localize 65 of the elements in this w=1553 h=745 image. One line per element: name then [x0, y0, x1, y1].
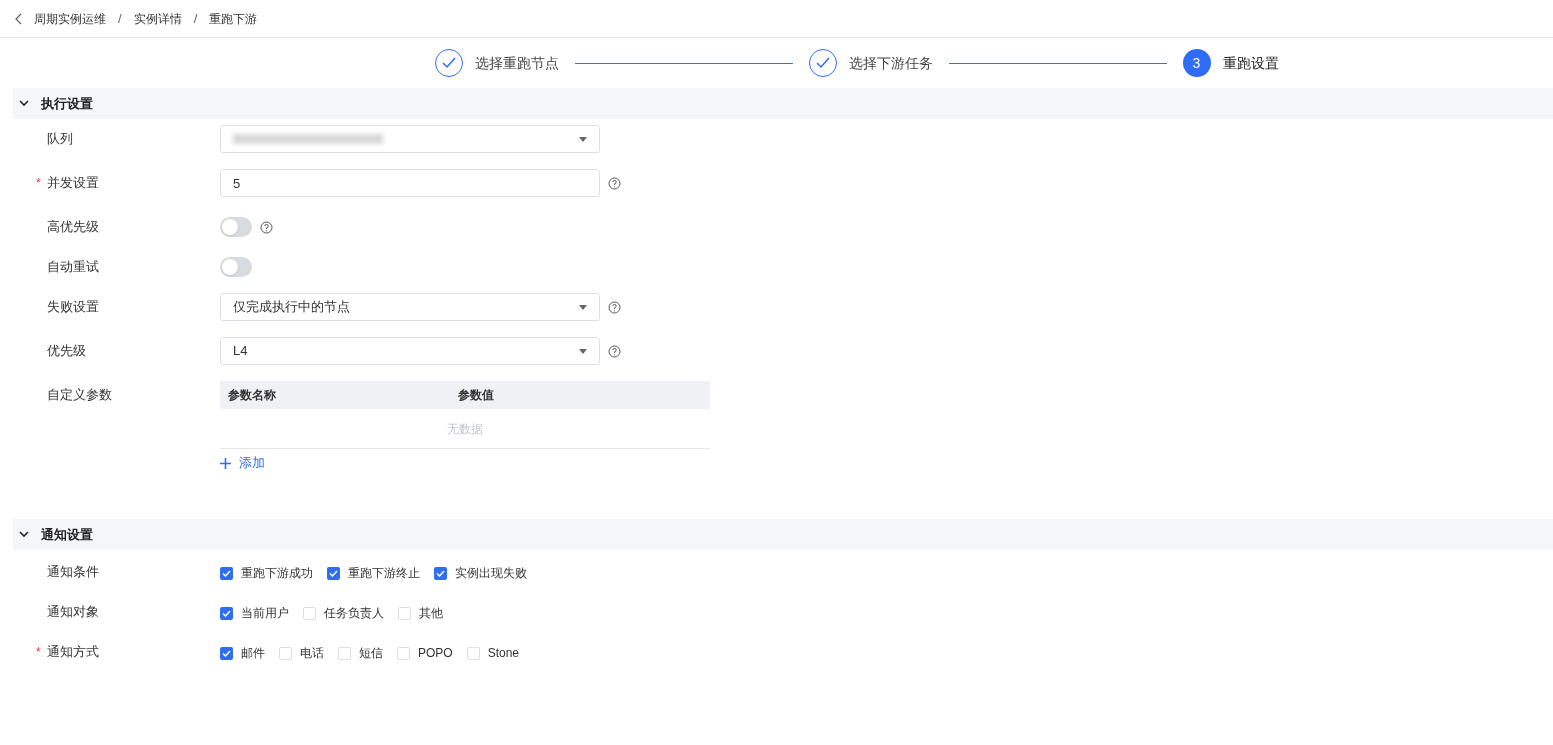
checkbox[interactable] — [220, 606, 233, 620]
dropdown-caret-icon — [579, 136, 587, 142]
field-label: 自动重试 — [47, 258, 99, 277]
checkbox-option[interactable]: 重跑下游成功 — [220, 564, 313, 582]
select-field[interactable] — [220, 125, 600, 153]
breadcrumb-separator: / — [192, 9, 199, 28]
checkbox-option[interactable]: 当前用户 — [220, 604, 289, 622]
empty-text: 无数据 — [447, 420, 483, 438]
field-label: 通知方式 — [47, 643, 99, 662]
field-label: 并发设置 — [47, 174, 99, 193]
checkbox-option[interactable]: 其他 — [398, 604, 443, 622]
field-label: 队列 — [47, 130, 73, 149]
checkbox-option[interactable]: POPO — [397, 644, 453, 662]
dropdown-caret-icon — [579, 348, 587, 354]
step-label: 选择下游任务 — [848, 53, 933, 73]
plus-icon[interactable] — [220, 457, 231, 469]
breadcrumb-separator: / — [117, 9, 123, 28]
breadcrumb-link[interactable]: 重跑下游 — [209, 9, 258, 28]
dropdown-caret-icon — [579, 304, 587, 310]
column-header: 参数值 — [458, 387, 495, 404]
required-mark: * — [36, 644, 41, 661]
field-label: 通知条件 — [47, 563, 99, 582]
select-field[interactable]: L4 — [220, 337, 600, 365]
step-number: 3 — [1182, 49, 1211, 77]
checkbox[interactable] — [466, 646, 480, 660]
help-icon[interactable] — [608, 300, 621, 314]
field-label: 自定义参数 — [47, 386, 112, 405]
checkbox[interactable] — [220, 566, 233, 580]
chevron-icon[interactable] — [19, 531, 29, 538]
help-icon[interactable] — [260, 220, 273, 234]
checkbox[interactable] — [398, 606, 411, 620]
checkbox[interactable] — [397, 646, 410, 660]
breadcrumb-link[interactable]: 实例详情 — [133, 9, 182, 28]
checkbox-option[interactable]: 实例出现失败 — [434, 564, 527, 582]
required-mark: * — [36, 175, 41, 192]
column-header: 参数名称 — [227, 387, 277, 404]
field-label: 高优先级 — [47, 218, 99, 237]
toggle-switch[interactable] — [220, 217, 252, 237]
checkbox[interactable] — [220, 646, 233, 660]
chevron-icon[interactable] — [19, 100, 29, 107]
field-label: 通知对象 — [47, 603, 99, 622]
select-field[interactable]: 仅完成执行中的节点 — [220, 293, 600, 321]
checkbox[interactable] — [303, 606, 316, 620]
checkbox[interactable] — [327, 566, 340, 580]
toggle-switch[interactable] — [220, 257, 252, 277]
checkbox-option[interactable]: 电话 — [279, 644, 324, 662]
help-icon[interactable] — [608, 176, 621, 190]
checkbox-option[interactable]: 任务负责人 — [303, 604, 384, 622]
checkbox[interactable] — [434, 566, 447, 580]
checkbox-option[interactable]: 短信 — [338, 644, 383, 662]
field-label: 失败设置 — [47, 298, 99, 317]
checkbox-option[interactable]: 重跑下游终止 — [327, 564, 420, 582]
add-button[interactable]: 添加 — [220, 455, 265, 471]
section-header[interactable]: 执行设置 — [13, 88, 1553, 119]
checkbox-option[interactable]: 邮件 — [220, 644, 265, 662]
field-label: 优先级 — [47, 342, 86, 361]
checkbox[interactable] — [279, 646, 292, 660]
section-header[interactable]: 通知设置 — [13, 519, 1553, 550]
help-icon[interactable] — [608, 344, 621, 358]
checkbox-option[interactable]: Stone — [466, 644, 520, 662]
checkbox[interactable] — [338, 646, 351, 660]
step-label: 重跑设置 — [1222, 53, 1279, 73]
breadcrumb-link[interactable]: 周期实例运维 — [34, 9, 106, 28]
input-field[interactable]: 5 — [220, 169, 600, 197]
step-label: 选择重跑节点 — [474, 53, 559, 73]
